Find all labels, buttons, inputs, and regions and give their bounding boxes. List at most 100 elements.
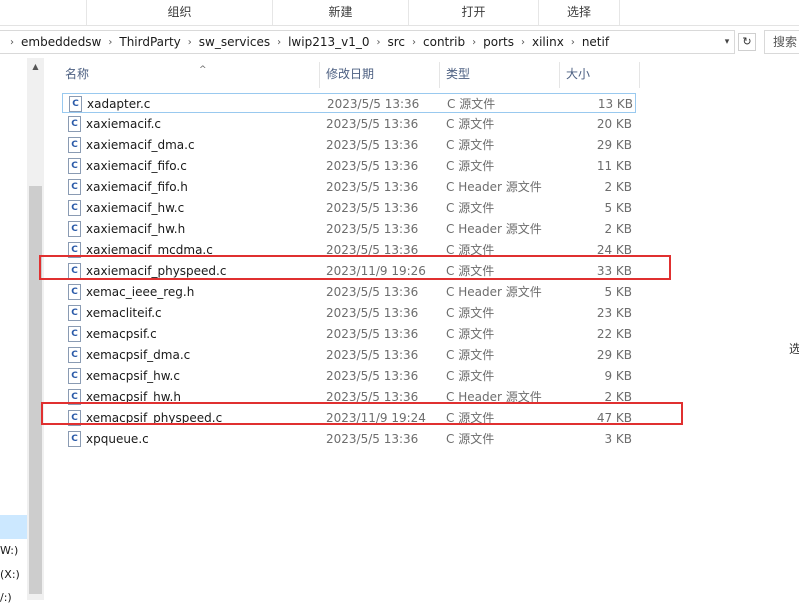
breadcrumb-chevron-icon[interactable]: › (273, 37, 285, 48)
column-header-size[interactable]: 大小 (560, 62, 640, 88)
file-name: xemacpsif_hw.c (86, 369, 180, 383)
breadcrumb-chevron-icon[interactable]: › (104, 37, 116, 48)
breadcrumb-netif[interactable]: netif (579, 35, 612, 49)
file-row[interactable]: Cxemacpsif_dma.c 2023/5/5 13:36 C 源文件 29 KB (62, 345, 636, 365)
nav-item-drive-w[interactable]: W:) (0, 544, 27, 557)
breadcrumb-embeddedsw[interactable]: embeddedsw (18, 35, 104, 49)
c-source-file-icon: C (68, 368, 81, 384)
c-source-file-icon: C (68, 137, 81, 153)
file-type: C 源文件 (446, 432, 495, 446)
file-row[interactable]: Cxadapter.c 2023/5/5 13:36 C 源文件 13 KB (62, 93, 636, 113)
file-row[interactable]: Cxemac_ieee_reg.h 2023/5/5 13:36 C Header … (62, 282, 636, 302)
breadcrumb-chevron-icon[interactable]: › (372, 37, 384, 48)
breadcrumb-ports[interactable]: ports (480, 35, 517, 49)
column-header-name-label: 名称 (65, 67, 90, 81)
nav-item-drive-next[interactable]: /:) (0, 591, 27, 604)
file-date: 2023/5/5 13:36 (326, 306, 419, 320)
breadcrumb-chevron-icon[interactable]: › (408, 37, 420, 48)
file-size: 2 KB (604, 180, 632, 194)
c-source-file-icon: C (68, 179, 81, 195)
breadcrumb-chevron-icon[interactable]: › (6, 37, 18, 48)
file-date: 2023/5/5 13:36 (326, 369, 419, 383)
file-type: C 源文件 (446, 138, 495, 152)
c-source-file-icon: C (68, 284, 81, 300)
file-list: 名称 ^ 修改日期 类型 大小 Cxadapter.c 2023/5/5 13:3… (39, 58, 799, 600)
chevron-down-icon[interactable]: ▾ (719, 31, 735, 53)
file-size: 23 KB (596, 306, 632, 320)
scroll-up-icon[interactable]: ▲ (27, 62, 44, 76)
file-type: C 源文件 (446, 348, 495, 362)
ribbon-group-organize[interactable]: 组织 (86, 0, 272, 25)
ribbon-group-new[interactable]: 新建 (272, 0, 408, 25)
file-type: C Header 源文件 (446, 222, 542, 236)
column-header-date[interactable]: 修改日期 (320, 62, 440, 88)
c-source-file-icon: C (68, 158, 81, 174)
file-row[interactable]: Cxaxiemacif.c 2023/5/5 13:36 C 源文件 20 KB (62, 114, 636, 134)
address-bar[interactable]: › embeddedsw › ThirdParty › sw_services … (0, 30, 735, 54)
breadcrumb-contrib[interactable]: contrib (420, 35, 468, 49)
breadcrumb-src[interactable]: src (384, 35, 408, 49)
ribbon: 组织 新建 打开 选择 (0, 0, 799, 26)
file-name: xemac_ieee_reg.h (86, 285, 195, 299)
file-date: 2023/5/5 13:36 (326, 348, 419, 362)
file-row[interactable]: Cxaxiemacif_dma.c 2023/5/5 13:36 C 源文件 29 K… (62, 135, 636, 155)
breadcrumb-chevron-icon[interactable]: › (184, 37, 196, 48)
c-source-file-icon: C (68, 116, 81, 132)
file-size: 11 KB (596, 159, 632, 173)
file-type: C 源文件 (446, 117, 495, 131)
ribbon-group-select[interactable]: 选择 (538, 0, 620, 25)
file-name: xemacpsif.c (86, 327, 157, 341)
breadcrumb-lwip213[interactable]: lwip213_v1_0 (285, 35, 372, 49)
ribbon-group-open[interactable]: 打开 (408, 0, 538, 25)
refresh-icon[interactable]: ↻ (738, 33, 756, 51)
c-source-file-icon: C (68, 347, 81, 363)
breadcrumb-thirdparty[interactable]: ThirdParty (116, 35, 183, 49)
c-source-file-icon: C (68, 431, 81, 447)
file-row[interactable]: Cxaxiemacif_fifo.c 2023/5/5 13:36 C 源文件 11 … (62, 156, 636, 176)
file-name: xadapter.c (87, 97, 151, 111)
file-row[interactable]: Cxaxiemacif_hw.c 2023/5/5 13:36 C 源文件 5 KB (62, 198, 636, 218)
file-name: xaxiemacif_fifo.h (86, 180, 188, 194)
breadcrumb-chevron-icon[interactable]: › (468, 37, 480, 48)
file-row[interactable]: Cxemacpsif_hw.c 2023/5/5 13:36 C 源文件 9 KB (62, 366, 636, 386)
file-date: 2023/5/5 13:36 (326, 222, 419, 236)
file-size: 2 KB (604, 222, 632, 236)
c-source-file-icon: C (69, 96, 82, 112)
file-name: xemacpsif_dma.c (86, 348, 191, 362)
address-row: › embeddedsw › ThirdParty › sw_services … (0, 26, 799, 58)
file-row[interactable]: Cxpqueue.c 2023/5/5 13:36 C 源文件 3 KB (62, 429, 636, 449)
column-header-type[interactable]: 类型 (440, 62, 560, 88)
file-size: 22 KB (596, 327, 632, 341)
file-row[interactable]: Cxaxiemacif_hw.h 2023/5/5 13:36 C Header 源… (62, 219, 636, 239)
breadcrumb-sw-services[interactable]: sw_services (196, 35, 273, 49)
file-date: 2023/5/5 13:36 (326, 159, 419, 173)
file-date: 2023/5/5 13:36 (326, 201, 419, 215)
c-source-file-icon: C (68, 305, 81, 321)
file-type: C Header 源文件 (446, 180, 542, 194)
preview-pane-text: 选 (789, 342, 799, 356)
file-size: 9 KB (604, 369, 632, 383)
file-row[interactable]: Cxaxiemacif_fifo.h 2023/5/5 13:36 C Header… (62, 177, 636, 197)
file-type: C 源文件 (446, 159, 495, 173)
column-header-name[interactable]: 名称 ^ (59, 62, 320, 88)
search-input[interactable]: 搜索 (764, 30, 799, 54)
breadcrumb-xilinx[interactable]: xilinx (529, 35, 567, 49)
nav-selected-item[interactable] (0, 515, 27, 539)
nav-item-drive-x[interactable]: (X:) (0, 568, 27, 581)
file-name: xaxiemacif.c (86, 117, 162, 131)
file-name: xaxiemacif_dma.c (86, 138, 195, 152)
breadcrumb-chevron-icon[interactable]: › (517, 37, 529, 48)
file-size: 29 KB (596, 348, 632, 362)
sort-ascending-icon: ^ (199, 65, 207, 75)
breadcrumb-chevron-icon[interactable]: › (567, 37, 579, 48)
file-row[interactable]: Cxemacpsif.c 2023/5/5 13:36 C 源文件 22 KB (62, 324, 636, 344)
file-date: 2023/5/5 13:36 (326, 138, 419, 152)
file-date: 2023/5/5 13:36 (326, 285, 419, 299)
file-date: 2023/5/5 13:36 (326, 117, 419, 131)
file-row[interactable]: Cxemacliteif.c 2023/5/5 13:36 C 源文件 23 KB (62, 303, 636, 323)
highlight-box (41, 402, 683, 425)
file-size: 3 KB (604, 432, 632, 446)
nav-scrollbar-thumb[interactable] (29, 186, 42, 594)
file-size: 20 KB (596, 117, 632, 131)
file-date: 2023/5/5 13:36 (326, 327, 419, 341)
